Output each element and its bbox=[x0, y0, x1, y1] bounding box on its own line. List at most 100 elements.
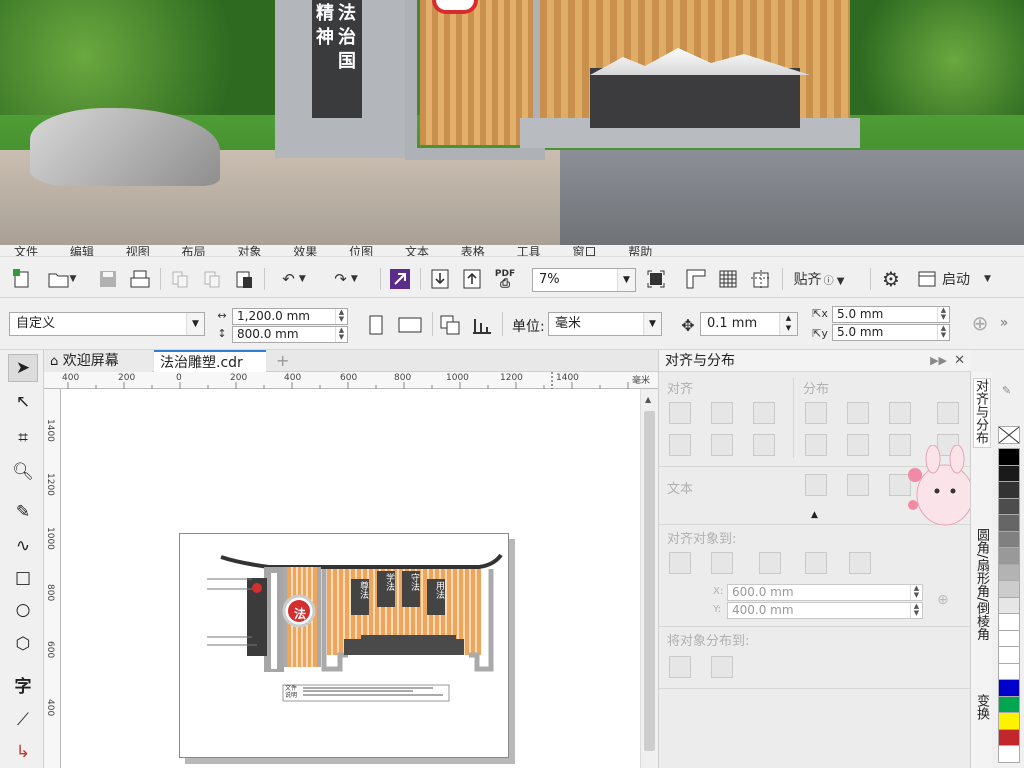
print-icon[interactable] bbox=[128, 266, 152, 292]
publish-pdf-icon[interactable]: PDF ⎙ bbox=[492, 266, 518, 292]
save-icon[interactable] bbox=[96, 266, 120, 292]
duplicate-distance-y-input[interactable]: 5.0 mm ▲ ▼ bbox=[832, 324, 950, 341]
polygon-tool-icon[interactable]: ⬡ bbox=[8, 630, 38, 658]
color-swatch[interactable] bbox=[998, 662, 1020, 681]
ellipse-tool-icon[interactable]: ○ bbox=[8, 596, 38, 624]
vtab-align-distribute[interactable]: 对齐与分布 bbox=[973, 378, 991, 448]
vtab-fillet-scallop-chamfer[interactable]: 圆角/扇形角/倒棱角 bbox=[973, 528, 991, 668]
page-height-input[interactable]: 800.0 mm ▲ ▼ bbox=[232, 326, 348, 343]
menu-help[interactable]: 帮助 bbox=[628, 246, 652, 256]
color-swatch[interactable] bbox=[998, 695, 1020, 714]
menu-edit[interactable]: 编辑 bbox=[70, 246, 94, 256]
scrollbar-thumb[interactable] bbox=[644, 411, 655, 751]
close-docker-icon[interactable]: ✕ bbox=[954, 350, 965, 372]
rectangle-tool-icon[interactable]: □ bbox=[8, 564, 38, 592]
text-first-line-baseline-icon[interactable] bbox=[805, 474, 827, 496]
eyedropper-icon[interactable]: ✎ bbox=[1002, 384, 1011, 397]
copy-icon[interactable] bbox=[200, 266, 224, 292]
align-y-input[interactable]: 400.0 mm ▲ ▼ bbox=[727, 602, 923, 619]
no-color-swatch[interactable] bbox=[998, 426, 1020, 444]
cut-icon[interactable] bbox=[168, 266, 192, 292]
add-icon[interactable]: ⊕ bbox=[968, 310, 992, 336]
color-swatch[interactable] bbox=[998, 497, 1020, 516]
color-swatch[interactable] bbox=[998, 646, 1020, 664]
menu-object[interactable]: 对象 bbox=[237, 246, 261, 256]
color-swatch[interactable] bbox=[998, 596, 1020, 615]
align-left-icon[interactable] bbox=[669, 402, 691, 424]
redo-icon[interactable]: ↷ ▼ bbox=[322, 266, 370, 292]
text-last-line-baseline-icon[interactable] bbox=[847, 474, 869, 496]
zoom-tool-icon[interactable]: 🔍︎ bbox=[8, 458, 38, 486]
parallel-dimension-icon[interactable]: ⟋ bbox=[8, 706, 38, 734]
full-screen-icon[interactable] bbox=[644, 266, 668, 292]
distribute-top-icon[interactable] bbox=[805, 434, 827, 456]
distribute-center-h-icon[interactable] bbox=[847, 402, 869, 424]
color-swatch[interactable] bbox=[998, 530, 1020, 549]
menu-layout[interactable]: 布局 bbox=[182, 246, 206, 256]
distribute-center-v-icon[interactable] bbox=[847, 434, 869, 456]
collapse-docker-icon[interactable]: ▶▶ bbox=[930, 350, 947, 372]
import-icon[interactable] bbox=[428, 266, 452, 292]
distribute-right-icon[interactable] bbox=[889, 402, 911, 424]
show-grid-icon[interactable] bbox=[716, 266, 740, 292]
export-icon[interactable] bbox=[460, 266, 484, 292]
align-right-icon[interactable] bbox=[753, 402, 775, 424]
horizontal-ruler[interactable]: 400 200 0 200 400 600 800 1000 1200 1400… bbox=[44, 372, 658, 389]
undo-icon[interactable]: ↶ ▼ bbox=[270, 266, 318, 292]
search-content-icon[interactable] bbox=[388, 266, 412, 292]
show-guidelines-icon[interactable] bbox=[748, 266, 772, 292]
color-swatch[interactable] bbox=[998, 745, 1020, 763]
all-pages-icon[interactable] bbox=[438, 312, 462, 338]
duplicate-distance-x-input[interactable]: 5.0 mm ▲ ▼ bbox=[832, 306, 950, 323]
point-target-icon[interactable]: ⊕ bbox=[937, 592, 949, 608]
paste-icon[interactable] bbox=[232, 266, 256, 292]
menu-file[interactable]: 文件 bbox=[14, 246, 38, 256]
crop-tool-icon[interactable]: ⌗ bbox=[8, 424, 38, 452]
menu-window[interactable]: 窗口 bbox=[572, 246, 596, 256]
launch-menu[interactable]: 启动 ▼ bbox=[918, 266, 1018, 292]
expand-arrow-icon[interactable]: ▲ bbox=[811, 510, 818, 520]
vertical-scrollbar[interactable]: ▲ bbox=[640, 389, 658, 768]
distribute-spacing-h-icon[interactable] bbox=[937, 402, 959, 424]
menu-bitmaps[interactable]: 位图 bbox=[349, 246, 373, 256]
align-to-selection-edge-icon[interactable] bbox=[711, 552, 733, 574]
current-page-icon[interactable] bbox=[470, 312, 494, 338]
page-width-input[interactable]: 1,200.0 mm ▲ ▼ bbox=[232, 308, 348, 325]
menu-effects[interactable]: 效果 bbox=[293, 246, 317, 256]
vtab-transform[interactable]: 变换 bbox=[973, 694, 991, 754]
menu-table[interactable]: 表格 bbox=[461, 246, 485, 256]
landscape-icon[interactable] bbox=[396, 312, 424, 338]
color-swatch[interactable] bbox=[998, 464, 1020, 483]
align-to-point-icon[interactable] bbox=[849, 552, 871, 574]
color-swatch[interactable] bbox=[998, 613, 1020, 631]
align-to-page-edge-icon[interactable] bbox=[759, 552, 781, 574]
color-swatch[interactable] bbox=[998, 629, 1020, 648]
unit-select[interactable]: 毫米 ▼ bbox=[548, 312, 662, 336]
open-icon[interactable]: ▼ bbox=[44, 266, 80, 292]
color-swatch[interactable] bbox=[998, 679, 1020, 697]
snap-to-menu[interactable]: 贴齐 ⓘ ▼ bbox=[790, 266, 848, 292]
color-swatch[interactable] bbox=[998, 580, 1020, 598]
nudge-distance-input[interactable]: 0.1 mm ▲ ▼ bbox=[700, 312, 798, 336]
color-swatch[interactable] bbox=[998, 547, 1020, 565]
text-tool-icon[interactable]: 字 bbox=[8, 670, 38, 698]
align-x-input[interactable]: 600.0 mm ▲ ▼ bbox=[727, 584, 923, 601]
color-swatch[interactable] bbox=[998, 448, 1020, 466]
color-swatch[interactable] bbox=[998, 712, 1020, 730]
pick-tool-icon[interactable]: ➤ bbox=[8, 354, 38, 382]
align-to-grid-icon[interactable] bbox=[805, 552, 827, 574]
shape-tool-icon[interactable]: ↖ bbox=[8, 388, 38, 416]
align-top-icon[interactable] bbox=[669, 434, 691, 456]
options-gear-icon[interactable]: ⚙ bbox=[878, 266, 904, 292]
new-document-icon[interactable] bbox=[10, 266, 34, 292]
distribute-left-icon[interactable] bbox=[805, 402, 827, 424]
distribute-to-page-icon[interactable] bbox=[711, 656, 733, 678]
tab-document[interactable]: 法治雕塑.cdr bbox=[154, 350, 266, 372]
color-swatch[interactable] bbox=[998, 728, 1020, 747]
new-tab-icon[interactable]: + bbox=[270, 350, 290, 372]
drawing-canvas[interactable]: 法 尊法 学法 守法 用法 文件 说明 bbox=[61, 389, 658, 768]
distribute-to-selection-icon[interactable] bbox=[669, 656, 691, 678]
color-swatch[interactable] bbox=[998, 481, 1020, 499]
align-center-h-icon[interactable] bbox=[711, 402, 733, 424]
tab-welcome-screen[interactable]: ⌂ 欢迎屏幕 bbox=[44, 350, 152, 372]
